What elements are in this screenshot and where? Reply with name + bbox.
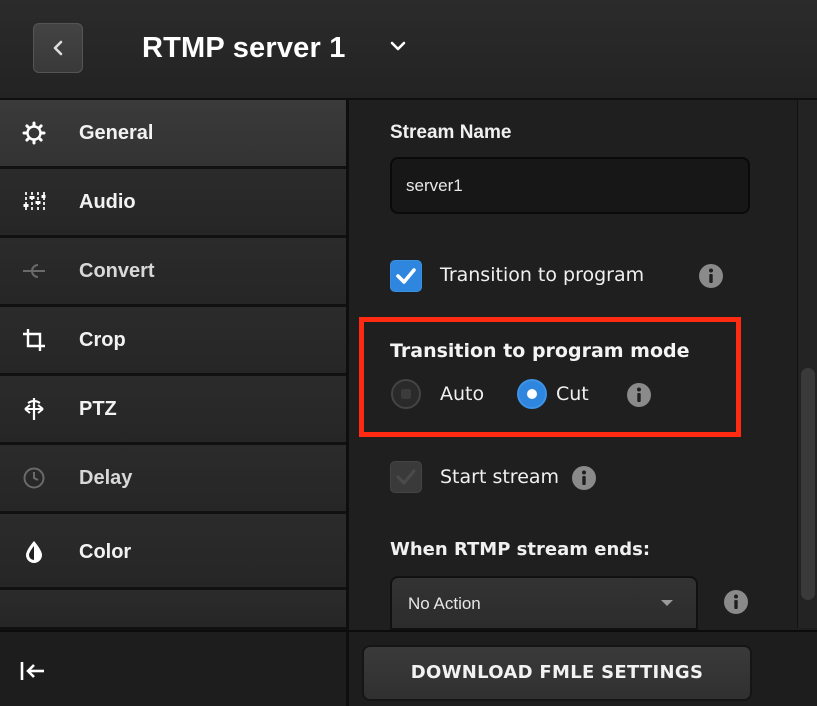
chevron-left-icon [53,40,63,56]
header-bar: RTMP server 1 [0,0,817,100]
chevron-down-icon [661,600,673,606]
sidebar-item-ptz[interactable]: PTZ [0,376,346,445]
convert-icon [23,264,45,278]
sidebar-item-general[interactable]: General [0,100,346,169]
download-fmle-settings-button[interactable]: DOWNLOAD FMLE SETTINGS [362,645,752,701]
sidebar-item-label: Color [79,541,132,563]
collapse-left-icon[interactable] [20,660,46,682]
checkmark-icon [396,469,416,485]
sidebar-item-label: Delay [79,467,133,489]
ptz-icon [24,398,44,420]
back-button[interactable] [33,23,83,73]
stream-ends-value: No Action [408,594,481,613]
transition-to-program-label: Transition to program [440,264,645,286]
info-icon[interactable] [572,466,596,490]
sidebar-item-label: General [79,122,154,144]
start-stream-checkbox[interactable] [390,461,422,493]
sidebar-footer [0,630,346,706]
stream-ends-label: When RTMP stream ends: [390,539,651,560]
stream-ends-select[interactable]: No Action [390,576,698,630]
sidebar-item-convert[interactable]: Convert [0,238,346,307]
start-stream-label: Start stream [440,466,560,488]
highlight-annotation [359,317,741,437]
sidebar-item-label: Convert [79,260,155,282]
transition-to-program-checkbox[interactable] [390,260,422,292]
stream-name-input[interactable]: server1 [390,157,750,214]
sidebar-item-label: Crop [79,329,126,351]
sidebar-item-color[interactable]: Color [0,514,346,590]
crop-icon [23,329,45,351]
info-icon[interactable] [699,264,723,288]
gear-icon [22,121,46,145]
stream-name-label: Stream Name [390,122,512,143]
sidebar-item-label: PTZ [79,398,117,420]
checkmark-icon [396,268,416,284]
audio-sliders-icon [23,192,46,212]
clock-icon [23,467,45,489]
page-title[interactable]: RTMP server 1 [142,26,346,70]
scrollbar-thumb[interactable] [801,368,815,600]
sidebar: General Audio Convert Crop PTZ Delay Col… [0,100,346,630]
sidebar-item-crop[interactable]: Crop [0,307,346,376]
sidebar-item-label: Audio [79,191,136,213]
sidebar-item-delay[interactable]: Delay [0,445,346,514]
info-icon[interactable] [724,590,748,614]
color-drop-icon [26,541,42,563]
sidebar-item-more[interactable] [0,590,346,630]
chevron-down-icon[interactable] [388,36,408,56]
sidebar-item-audio[interactable]: Audio [0,169,346,238]
